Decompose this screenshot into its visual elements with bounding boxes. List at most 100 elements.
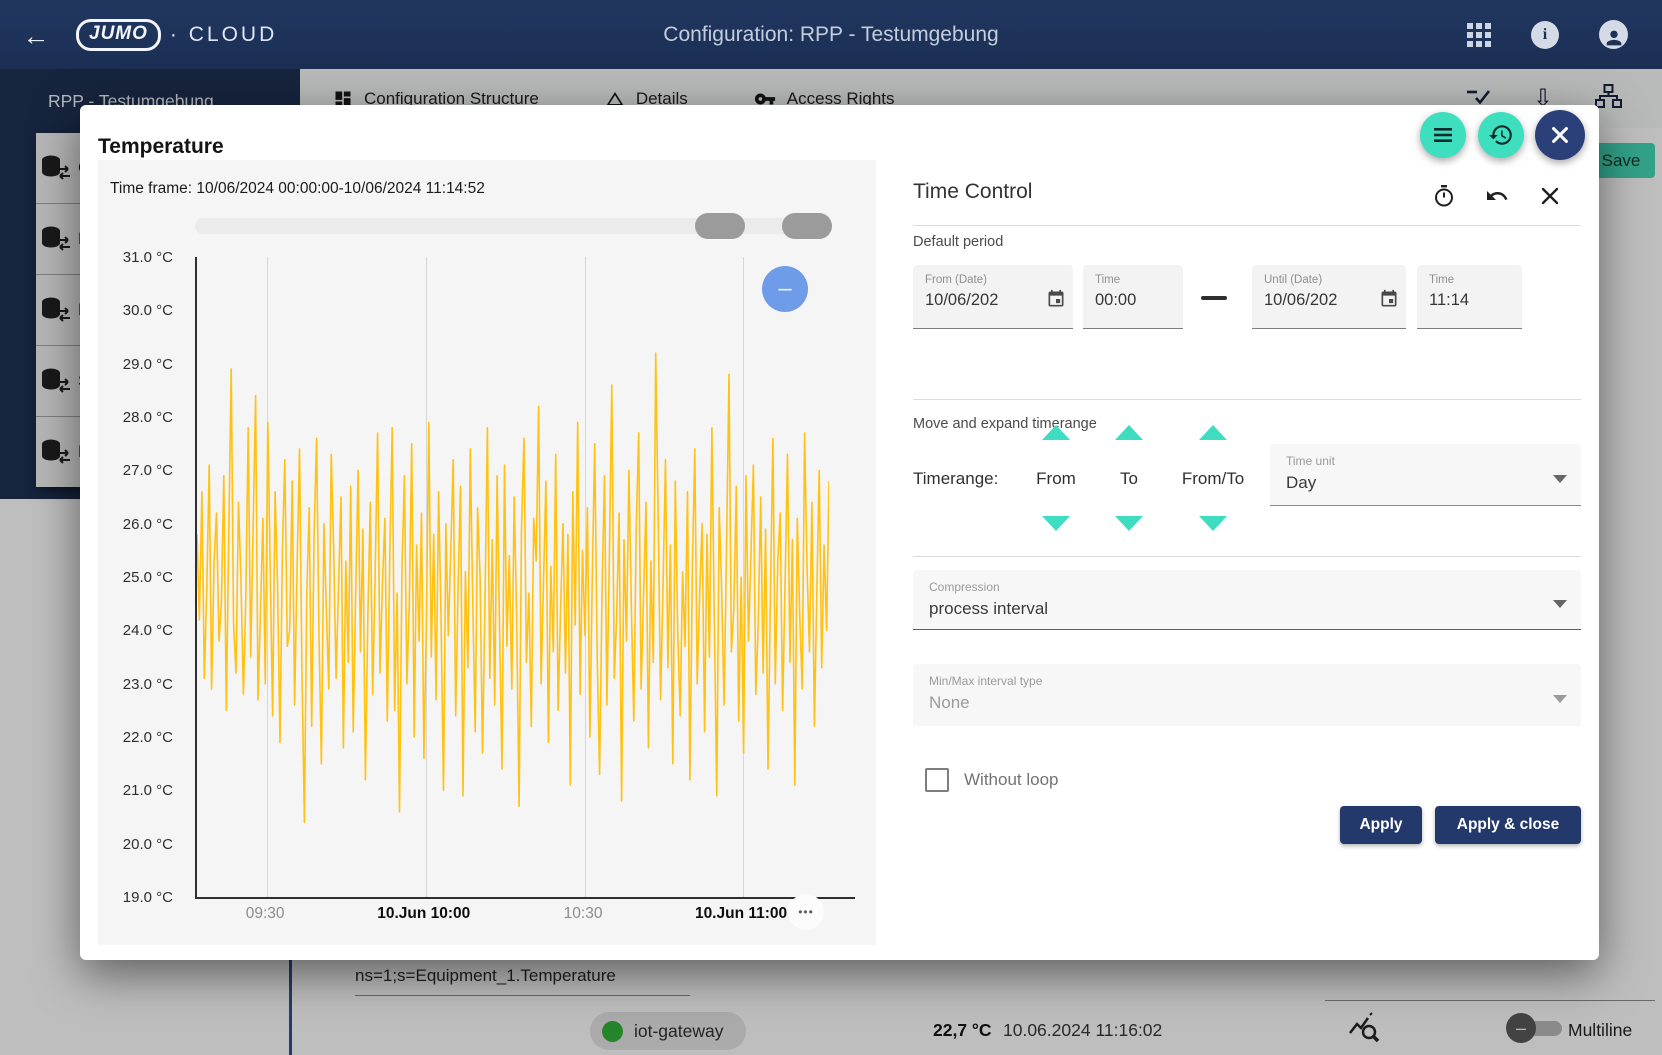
person-icon (1603, 27, 1625, 49)
stepper-label: From (1021, 469, 1091, 489)
y-tick-label: 26.0 °C (123, 516, 173, 533)
history-icon (1488, 122, 1514, 148)
chart-panel: Time frame: 10/06/2024 00:00:00-10/06/20… (98, 160, 876, 945)
history-button[interactable] (1478, 112, 1524, 158)
default-period-label: Default period (913, 234, 1003, 250)
stepper-down-arrow[interactable] (1042, 516, 1070, 531)
field-label: From (Date) (925, 274, 1063, 286)
y-tick-label: 29.0 °C (123, 356, 173, 373)
without-loop-checkbox-row[interactable]: Without loop (925, 768, 1059, 792)
field-label: Compression (929, 580, 1569, 594)
stepper-label: From/To (1165, 469, 1261, 489)
x-axis-line (195, 897, 855, 899)
field-value: 00:00 (1095, 291, 1173, 310)
chevron-down-icon (1553, 600, 1567, 608)
apply-close-button[interactable]: Apply & close (1435, 806, 1581, 844)
field-value: Day (1286, 473, 1569, 493)
stepper-to: To (1101, 425, 1157, 531)
back-button[interactable]: ← (14, 13, 58, 57)
compression-select[interactable]: Compression process interval (913, 570, 1581, 630)
calendar-icon[interactable] (1046, 289, 1066, 314)
panel-close-icon-button[interactable] (1538, 184, 1562, 213)
temperature-dialog: Temperature Time frame: 10/06/2024 00:00… (80, 105, 1599, 960)
stepper-label: To (1101, 469, 1157, 489)
stepper-up-arrow[interactable] (1199, 425, 1227, 440)
from-date-field[interactable]: From (Date) 10/06/202 (913, 265, 1073, 329)
field-label: Time unit (1286, 454, 1569, 468)
field-label: Time (1095, 274, 1173, 286)
field-value: process interval (929, 599, 1569, 619)
screen: ← JUMO · CLOUD Configuration: RPP - Test… (0, 0, 1662, 1055)
field-value: 11:14 (1429, 291, 1512, 310)
apps-grid-icon[interactable] (1467, 23, 1491, 47)
dialog-close-button[interactable] (1535, 110, 1585, 160)
info-icon[interactable]: i (1531, 21, 1559, 49)
until-date-field[interactable]: Until (Date) 10/06/202 (1252, 265, 1406, 329)
undo-icon-button[interactable] (1484, 184, 1510, 213)
x-tick-label: 10.Jun 10:00 (377, 905, 470, 923)
field-label: Min/Max interval type (929, 674, 1569, 688)
header-actions: i (1467, 20, 1628, 49)
stepper-up-arrow[interactable] (1115, 425, 1143, 440)
field-label: Until (Date) (1264, 274, 1396, 286)
without-loop-label: Without loop (964, 770, 1059, 790)
timerange-label: Timerange: (913, 469, 998, 489)
cloud-logo-text: · CLOUD (170, 23, 277, 47)
x-axis-labels: 09:30 10.Jun 10:00 10:30 10.Jun 11:00 (195, 905, 827, 929)
close-icon (1549, 124, 1571, 146)
calendar-icon[interactable] (1379, 289, 1399, 314)
y-tick-label: 20.0 °C (123, 836, 173, 853)
app-header: ← JUMO · CLOUD Configuration: RPP - Test… (0, 0, 1662, 69)
y-axis-labels: 31.0 °C30.0 °C29.0 °C28.0 °C27.0 °C26.0 … (98, 257, 183, 897)
x-tick-label: 10.Jun 11:00 (695, 905, 787, 923)
y-tick-label: 28.0 °C (123, 409, 173, 426)
y-tick-label: 22.0 °C (123, 729, 173, 746)
stepper-down-arrow[interactable] (1199, 516, 1227, 531)
field-label: Time (1429, 274, 1512, 286)
range-dash (1201, 296, 1227, 300)
timeframe-text: Time frame: 10/06/2024 00:00:00-10/06/20… (110, 180, 485, 198)
y-tick-label: 27.0 °C (123, 462, 173, 479)
checkbox-unchecked[interactable] (925, 768, 949, 792)
divider (913, 399, 1581, 400)
dialog-title: Temperature (98, 135, 224, 159)
user-avatar[interactable] (1599, 20, 1628, 49)
y-tick-label: 25.0 °C (123, 569, 173, 586)
stepper-down-arrow[interactable] (1115, 516, 1143, 531)
timer-icon-button[interactable] (1432, 184, 1456, 213)
field-value: None (929, 693, 1569, 713)
y-tick-label: 23.0 °C (123, 676, 173, 693)
stepper-up-arrow[interactable] (1042, 425, 1070, 440)
x-tick-label: 10:30 (564, 905, 603, 923)
time-control-title: Time Control (913, 180, 1032, 204)
slider-handle-right[interactable] (782, 213, 832, 239)
minmax-interval-select[interactable]: Min/Max interval type None (913, 664, 1581, 726)
time-unit-select[interactable]: Time unit Day (1270, 444, 1581, 506)
y-tick-label: 24.0 °C (123, 622, 173, 639)
time-range-slider[interactable] (195, 218, 832, 234)
divider (913, 556, 1581, 557)
jumo-logo: JUMO (76, 19, 161, 51)
y-tick-label: 21.0 °C (123, 782, 173, 799)
chevron-down-icon (1553, 695, 1567, 703)
temperature-plot[interactable] (195, 257, 829, 897)
x-tick-label: 09:30 (246, 905, 285, 923)
divider (913, 225, 1581, 226)
stepper-from: From (1021, 425, 1091, 531)
field-value: 10/06/202 (925, 291, 1063, 310)
y-tick-label: 30.0 °C (123, 302, 173, 319)
line-series (197, 257, 829, 897)
list-icon (1431, 123, 1455, 147)
chart-menu-button[interactable]: ••• (788, 894, 824, 930)
field-value: 10/06/202 (1264, 291, 1396, 310)
back-icon: ← (23, 21, 50, 51)
chevron-down-icon (1553, 475, 1567, 483)
brand-logo: JUMO · CLOUD (76, 19, 277, 51)
until-time-field[interactable]: Time 11:14 (1417, 265, 1522, 329)
from-time-field[interactable]: Time 00:00 (1083, 265, 1183, 329)
list-view-button[interactable] (1420, 112, 1466, 158)
stepper-from-to: From/To (1165, 425, 1261, 531)
slider-handle-left[interactable] (695, 213, 745, 239)
apply-button[interactable]: Apply (1340, 806, 1422, 844)
page-title: Configuration: RPP - Testumgebung (663, 23, 998, 47)
